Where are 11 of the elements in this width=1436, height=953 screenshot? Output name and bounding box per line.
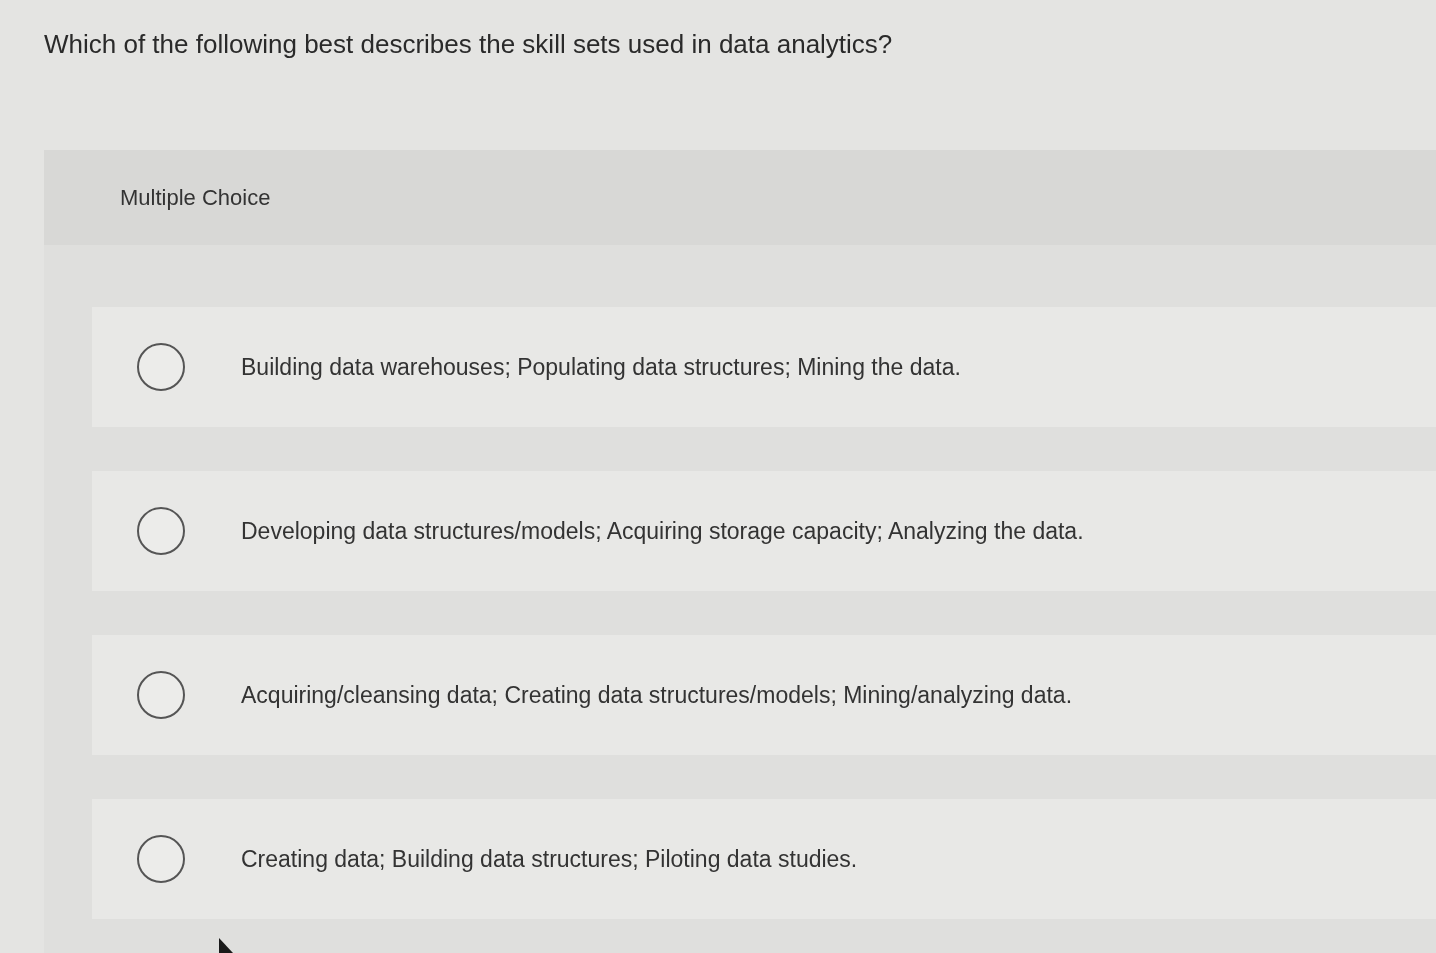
cursor-arrow-icon [219, 938, 233, 953]
option-text[interactable]: Building data warehouses; Populating data structures; Mining the data. [241, 353, 961, 381]
question-text: Which of the following best describes the skill sets used in data analytics? [44, 28, 893, 61]
radio-button[interactable] [137, 671, 185, 719]
radio-button[interactable] [137, 343, 185, 391]
radio-button[interactable] [137, 835, 185, 883]
radio-button[interactable] [137, 507, 185, 555]
question-type-label: Multiple Choice [120, 184, 271, 211]
option-text[interactable]: Acquiring/cleansing data; Creating data structures/models; Mining/analyzing data. [241, 681, 1073, 709]
option-text[interactable]: Developing data structures/models; Acquiring storage capacity; Analyzing the data. [241, 517, 1084, 545]
option-text[interactable]: Creating data; Building data structures; Piloting data studies. [241, 845, 858, 873]
